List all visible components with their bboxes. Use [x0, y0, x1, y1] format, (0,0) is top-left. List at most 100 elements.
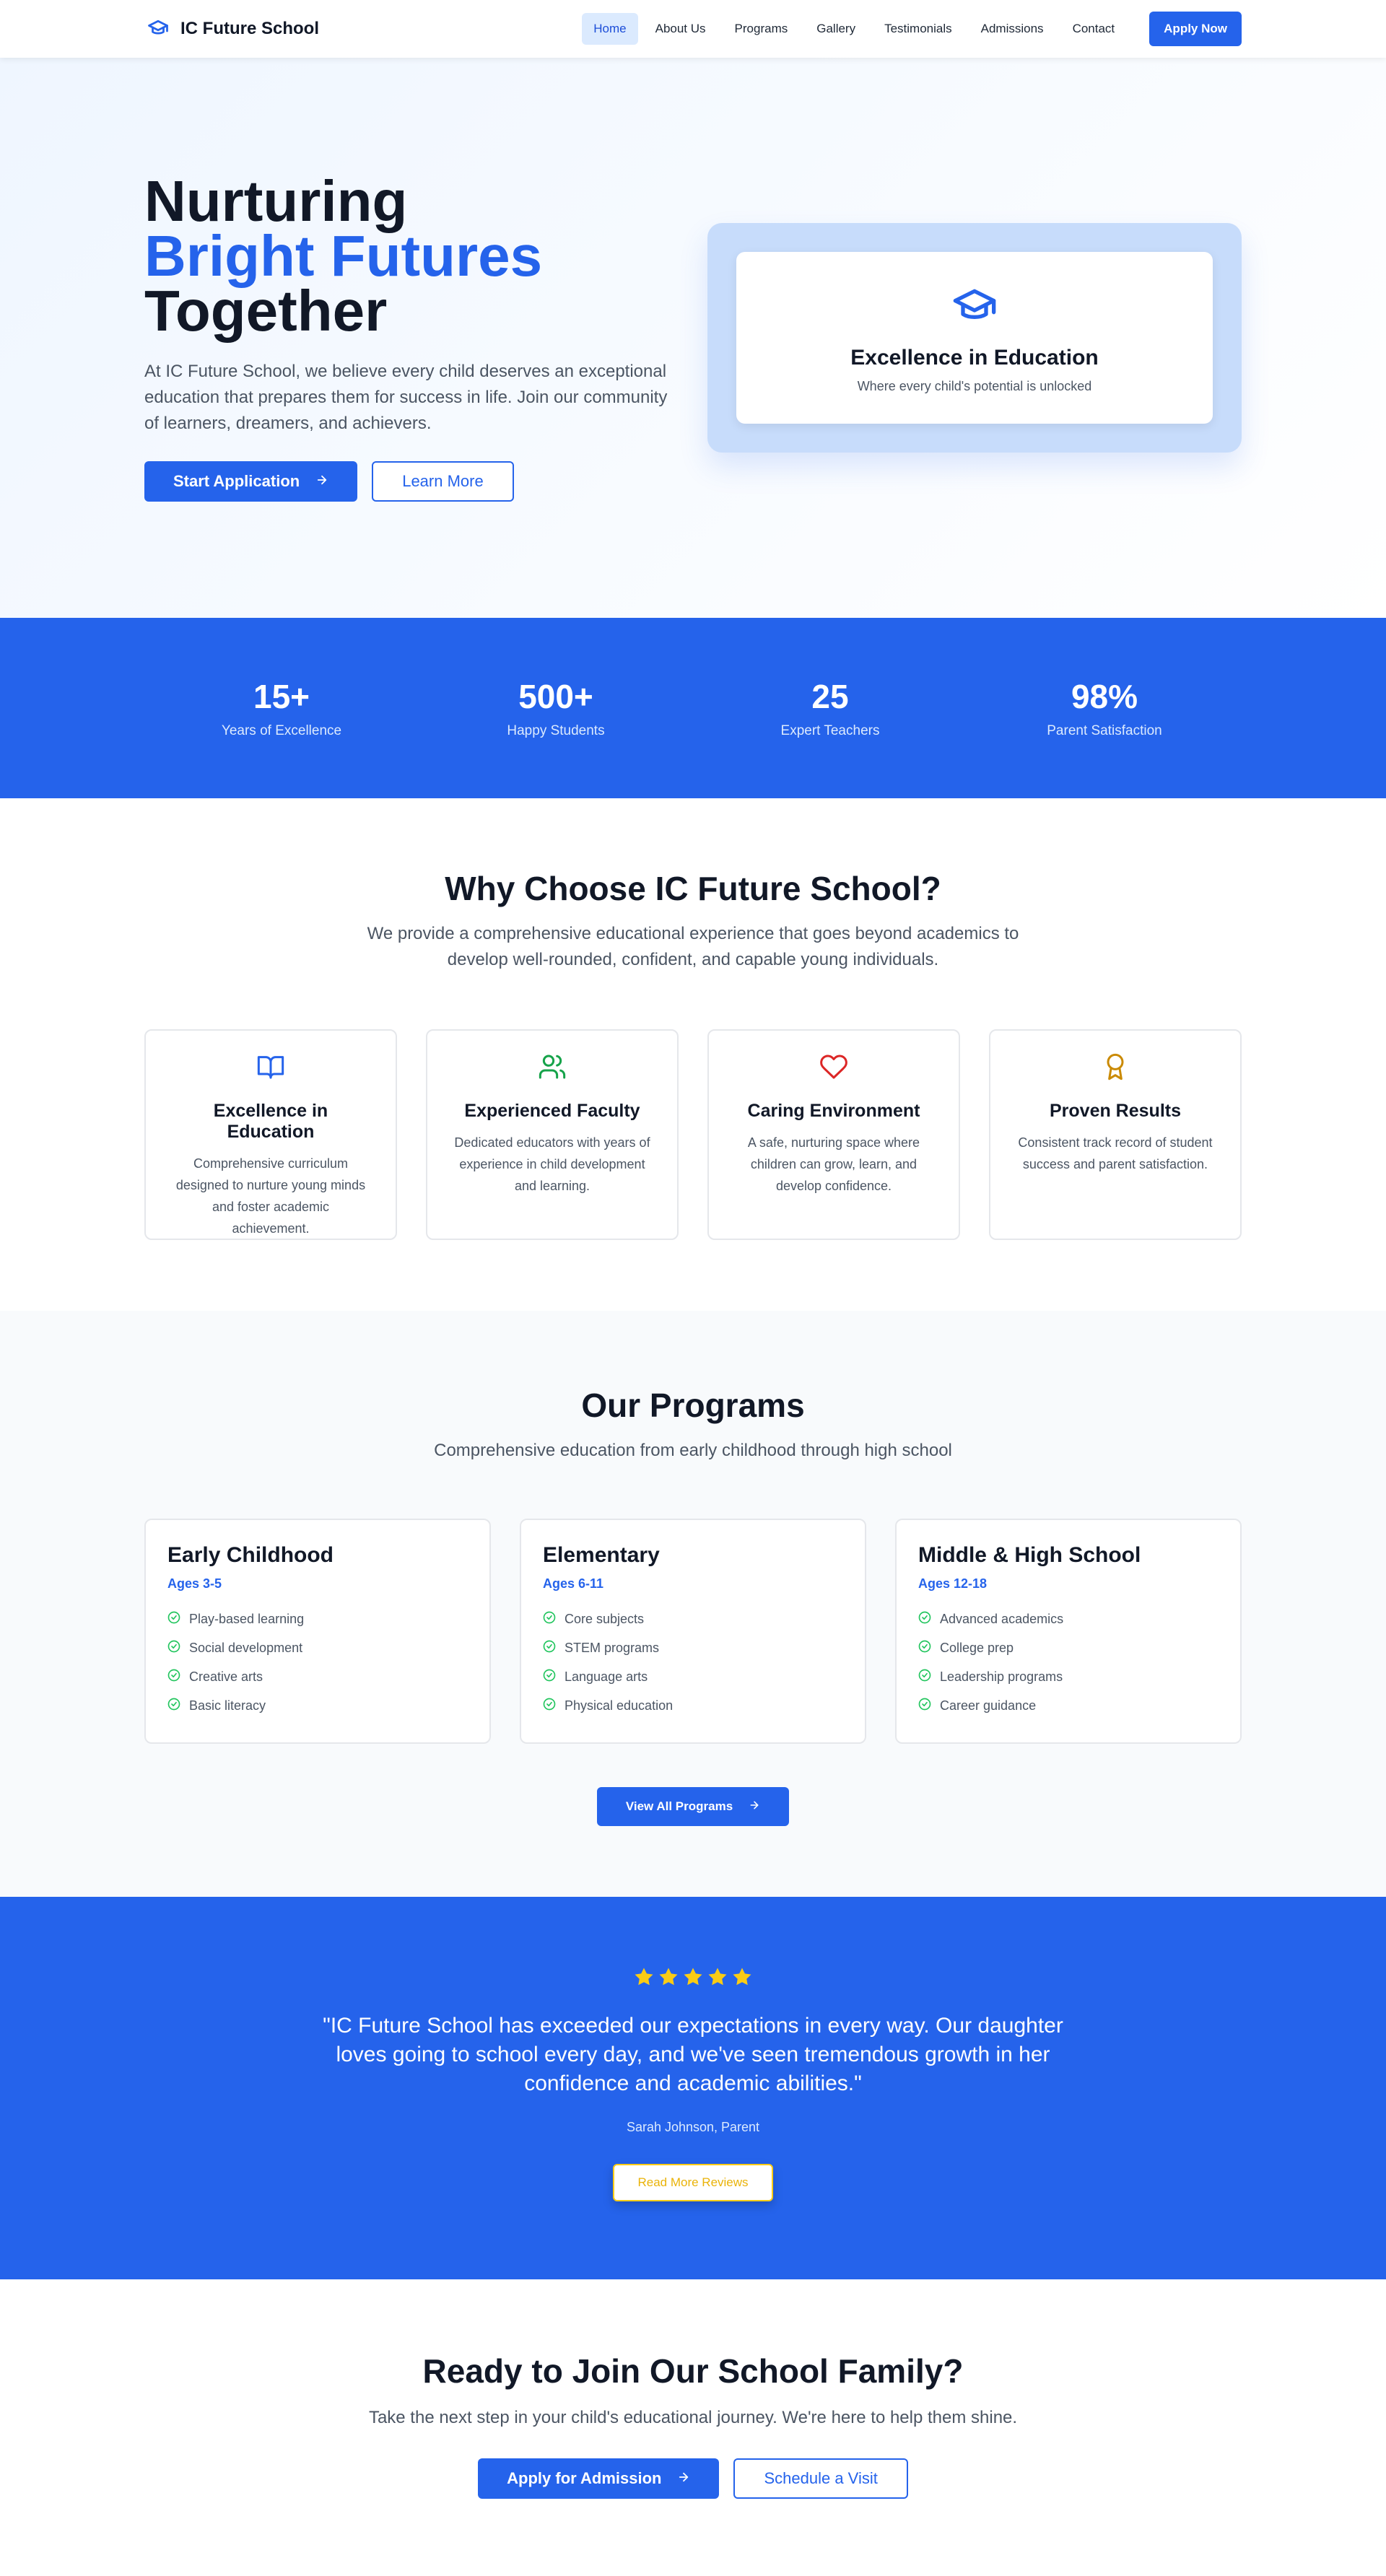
feature-title: Excellence in Education [213, 1101, 328, 1142]
program-feature-label: Play-based learning [189, 1611, 305, 1626]
read-more-reviews-button[interactable]: Read More Reviews [613, 2164, 773, 2201]
apply-for-admission-label: Apply for Admission [507, 2469, 662, 2487]
program-feature-label: Core subjects [565, 1611, 645, 1626]
hero-buttons: Start Application Learn More [144, 461, 679, 502]
check-circle-icon [167, 1698, 180, 1714]
feature-description: Comprehensive curriculum designed to nur… [175, 1156, 366, 1236]
feature-description: A safe, nurturing space where children c… [747, 1135, 920, 1193]
check-circle-icon [167, 1669, 180, 1685]
stat-number: 25 [811, 678, 849, 715]
apply-now-button[interactable]: Apply Now [1149, 12, 1242, 46]
program-feature-label: Creative arts [189, 1669, 263, 1684]
program-feature-label: Physical education [565, 1698, 674, 1713]
top-navbar: IC Future School Home About Us Programs … [0, 0, 1386, 58]
nav-link-about[interactable]: About Us [644, 13, 718, 45]
star-icon [731, 1966, 753, 1991]
program-ages: Ages 12-18 [918, 1576, 988, 1591]
testimonial-section: "IC Future School has exceeded our expec… [0, 1897, 1386, 2279]
nav-link-testimonials[interactable]: Testimonials [873, 13, 964, 45]
cta-subtitle: Take the next step in your child's educa… [368, 2408, 1018, 2427]
start-application-button[interactable]: Start Application [144, 461, 358, 502]
view-all-programs-label: View All Programs [625, 1799, 733, 1813]
programs-subtitle: Comprehensive education from early child… [434, 1441, 952, 1460]
list-item: Basic literacy [167, 1691, 468, 1720]
list-item: Leadership programs [918, 1662, 1219, 1691]
schedule-visit-button[interactable]: Schedule a Visit [733, 2458, 908, 2499]
hero-text: Nurturing Bright Futures Together At IC … [144, 173, 679, 502]
programs-title: Our Programs [581, 1387, 805, 1424]
nav-links: Home About Us Programs Gallery Testimoni… [582, 12, 1242, 46]
check-circle-icon [918, 1669, 931, 1685]
program-grid: Early Childhood Ages 3-5 Play-based lear… [144, 1519, 1242, 1744]
program-feature-list: Advanced academics College prep Leadersh… [918, 1604, 1219, 1720]
program-ages: Ages 3-5 [167, 1576, 222, 1591]
check-circle-icon [918, 1698, 931, 1714]
graduation-cap-icon [946, 281, 1003, 331]
programs-button-row: View All Programs [144, 1787, 1242, 1826]
start-application-label: Start Application [173, 472, 300, 490]
check-circle-icon [543, 1669, 556, 1685]
list-item: Advanced academics [918, 1604, 1219, 1633]
apply-for-admission-button[interactable]: Apply for Admission [478, 2458, 720, 2499]
feature-grid: Excellence in Education Comprehensive cu… [144, 1029, 1242, 1240]
hero-card-frame: Excellence in Education Where every chil… [707, 223, 1242, 453]
program-feature-label: Advanced academics [940, 1611, 1064, 1626]
nav-link-home[interactable]: Home [582, 13, 638, 45]
feature-title: Experienced Faculty [464, 1101, 640, 1121]
program-title: Elementary [543, 1543, 660, 1567]
check-circle-icon [543, 1640, 556, 1656]
nav-link-programs[interactable]: Programs [723, 13, 800, 45]
hero-section: Nurturing Bright Futures Together At IC … [0, 58, 1386, 618]
learn-more-button[interactable]: Learn More [372, 461, 514, 502]
program-card-middle-high: Middle & High School Ages 12-18 Advanced… [895, 1519, 1242, 1744]
stat-teachers: 25 Expert Teachers [693, 677, 967, 739]
hero-title: Nurturing Bright Futures Together [144, 173, 679, 343]
feature-title: Proven Results [1049, 1101, 1181, 1121]
view-all-programs-button[interactable]: View All Programs [596, 1787, 790, 1826]
feature-card: Excellence in Education Comprehensive cu… [144, 1029, 397, 1240]
list-item: Language arts [543, 1662, 843, 1691]
feature-card: Experienced Faculty Dedicated educators … [426, 1029, 679, 1240]
why-choose-section: Why Choose IC Future School? We provide … [0, 798, 1386, 1311]
list-item: Physical education [543, 1691, 843, 1720]
cta-buttons: Apply for Admission Schedule a Visit [0, 2458, 1386, 2499]
program-title: Early Childhood [167, 1543, 334, 1567]
program-title: Middle & High School [918, 1543, 1141, 1567]
cta-section: Ready to Join Our School Family? Take th… [0, 2279, 1386, 2518]
nav-link-contact[interactable]: Contact [1061, 13, 1127, 45]
list-item: Career guidance [918, 1691, 1219, 1720]
programs-section: Our Programs Comprehensive education fro… [0, 1311, 1386, 1897]
check-circle-icon [167, 1640, 180, 1656]
stat-students: 500+ Happy Students [419, 677, 693, 739]
book-open-icon [256, 1056, 285, 1084]
check-circle-icon [543, 1698, 556, 1714]
program-feature-label: Social development [189, 1640, 303, 1655]
arrow-right-icon [749, 1799, 760, 1815]
brand-logo-link[interactable]: IC Future School [144, 17, 319, 42]
graduation-cap-icon [144, 17, 172, 42]
hero-title-line3: Together [144, 279, 388, 343]
list-item: Play-based learning [167, 1604, 468, 1633]
hero-card-title: Excellence in Education [850, 346, 1099, 370]
star-icon [658, 1966, 679, 1991]
program-ages: Ages 6-11 [543, 1576, 604, 1591]
feature-description: Consistent track record of student succe… [1018, 1135, 1213, 1171]
stat-number: 98% [1071, 678, 1138, 715]
check-circle-icon [918, 1611, 931, 1628]
program-feature-label: Career guidance [940, 1698, 1037, 1713]
stat-years: 15+ Years of Excellence [144, 677, 419, 739]
testimonial-quote: "IC Future School has exceeded our expec… [323, 2014, 1063, 2095]
nav-link-admissions[interactable]: Admissions [969, 13, 1055, 45]
stat-label: Parent Satisfaction [1047, 723, 1162, 738]
stat-satisfaction: 98% Parent Satisfaction [967, 677, 1242, 739]
users-icon [538, 1055, 567, 1084]
program-feature-label: STEM programs [565, 1640, 660, 1655]
hero-title-accent: Bright Futures [144, 224, 543, 288]
cta-title: Ready to Join Our School Family? [422, 2352, 964, 2390]
nav-link-gallery[interactable]: Gallery [805, 13, 867, 45]
list-item: College prep [918, 1633, 1219, 1662]
list-item: STEM programs [543, 1633, 843, 1662]
list-item: Social development [167, 1633, 468, 1662]
star-icon [633, 1966, 655, 1991]
arrow-right-icon [315, 472, 328, 491]
